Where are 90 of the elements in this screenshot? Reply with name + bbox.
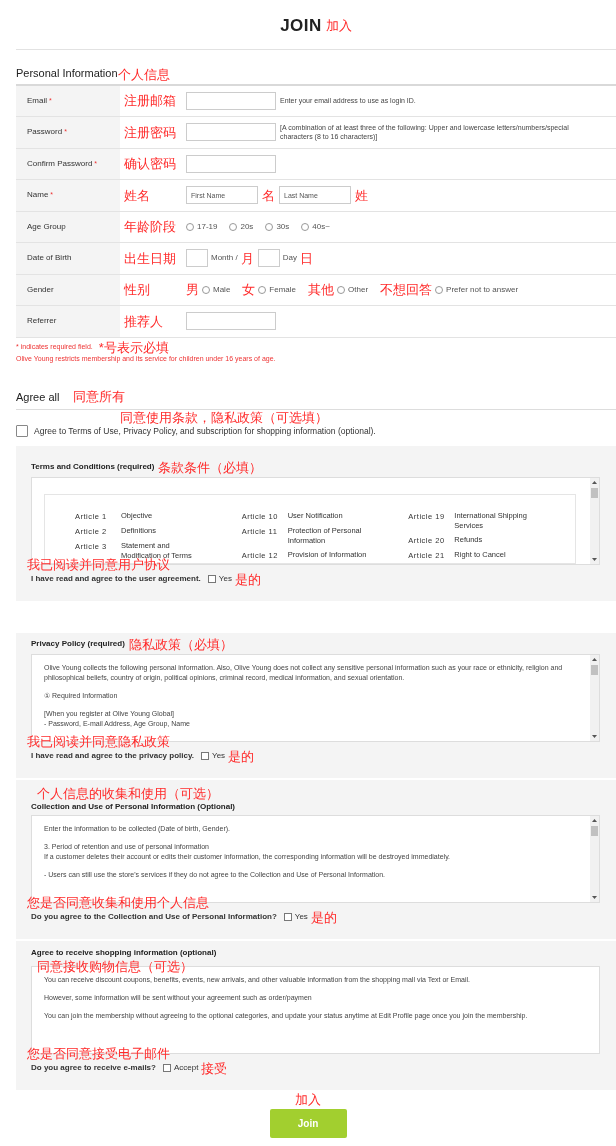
- annotation: 日: [299, 250, 313, 266]
- section-title: Terms and Conditions (required): [31, 461, 155, 474]
- radio-button[interactable]: [202, 285, 210, 294]
- annotation: 加入: [325, 18, 352, 33]
- annotation: 其他: [308, 282, 335, 298]
- annotation: 加入: [295, 1091, 321, 1107]
- annotation: 您是否同意接受电子邮件: [27, 1045, 171, 1061]
- section-title: Privacy Policy (required): [31, 638, 125, 651]
- annotation: 不想回答: [380, 282, 433, 298]
- annotation: 我已阅读并同意隐私政策: [27, 733, 171, 749]
- option-label: Yes: [294, 911, 308, 924]
- field-label: Name: [27, 189, 49, 202]
- field-label: Gender: [27, 283, 54, 296]
- option-label: Other: [348, 283, 369, 296]
- agreement-question: I have read and agree to the privacy policy.: [31, 750, 195, 763]
- agree-all-label: Agree to Terms of Use, Privacy Policy, and subscription for shopping information (optional).: [34, 425, 376, 438]
- input-field[interactable]: [186, 123, 276, 142]
- annotation: 性别: [124, 282, 150, 298]
- option-label: 40s~: [312, 220, 330, 233]
- annotation: 是的: [228, 748, 255, 764]
- annotation: 同意接收购物信息（可选）: [37, 958, 194, 974]
- annotation: 姓: [355, 187, 368, 203]
- input-field[interactable]: [186, 91, 276, 110]
- annotation: 姓名: [124, 187, 150, 203]
- annotation: 同意所有: [73, 389, 126, 405]
- checkbox[interactable]: [207, 575, 216, 584]
- option-label: Male: [213, 283, 231, 296]
- option-label: Female: [269, 283, 297, 296]
- option-label: Yes: [212, 750, 226, 763]
- annotation: 接受: [201, 1060, 228, 1076]
- annotation: 是的: [234, 571, 261, 587]
- agreement-question: I have read and agree to the user agreement.: [31, 573, 201, 586]
- checkbox[interactable]: [201, 752, 210, 761]
- annotation: 同意使用条款，隐私政策（可选填）: [120, 410, 329, 425]
- field-label: Referrer: [27, 315, 57, 328]
- radio-button[interactable]: [265, 222, 274, 231]
- section-heading: Agree all: [16, 389, 60, 405]
- radio-button[interactable]: [258, 285, 267, 294]
- annotation: 推荐人: [124, 313, 163, 329]
- annotation: 年龄阶段: [124, 219, 176, 235]
- annotation: 男: [186, 282, 199, 298]
- input-field[interactable]: [186, 154, 276, 173]
- field-label: Email: [27, 94, 47, 107]
- annotation: 注册密码: [124, 124, 176, 140]
- option-label: Prefer not to answer: [446, 283, 519, 296]
- annotation: 月: [240, 250, 254, 266]
- section-heading: Personal Information: [16, 66, 118, 81]
- field-label: Age Group: [27, 220, 66, 233]
- annotation: *号表示必填: [98, 339, 169, 355]
- checkbox[interactable]: [283, 913, 292, 922]
- unit-label: Day: [282, 252, 297, 265]
- annotation: 个人信息的收集和使用（可选）: [37, 785, 220, 801]
- field-label: Date of Birth: [27, 252, 72, 265]
- radio-button[interactable]: [301, 222, 310, 231]
- annotation: 确认密码: [124, 156, 176, 172]
- section-title: Collection and Use of Personal Information (Optional): [31, 801, 235, 813]
- option-label: 20s: [240, 220, 254, 233]
- annotation: 名: [262, 187, 275, 203]
- scrollbar[interactable]: [590, 654, 599, 741]
- unit-label: Month /: [211, 252, 238, 265]
- radio-button[interactable]: [229, 222, 238, 231]
- page-title: JOIN: [280, 14, 322, 37]
- section-title: Agree to receive shopping information (optional): [31, 946, 217, 959]
- annotation: 出生日期: [124, 250, 176, 266]
- join-button[interactable]: Join: [269, 1108, 347, 1138]
- option-label: Yes: [218, 573, 232, 586]
- field-label: Password: [27, 126, 63, 139]
- checkbox[interactable]: [162, 1064, 171, 1073]
- input-field[interactable]: [186, 312, 276, 331]
- option-label: 17-19: [197, 220, 218, 233]
- scrollbar[interactable]: [590, 815, 599, 902]
- field-label: Confirm Password: [27, 157, 93, 170]
- scrollbar[interactable]: [590, 477, 599, 564]
- annotation: 注册邮箱: [124, 93, 176, 109]
- radio-button[interactable]: [186, 222, 194, 231]
- input-field[interactable]: [257, 249, 280, 268]
- option-label: 30s: [276, 220, 290, 233]
- annotation: 您是否同意收集和使用个人信息: [27, 894, 210, 910]
- agreement-question: Do you agree to receive e-mails?: [31, 1062, 156, 1075]
- annotation: 个人信息: [117, 66, 170, 82]
- agreement-question: Do you agree to the Collection and Use of Personal Information?: [31, 911, 277, 924]
- input-field[interactable]: [186, 249, 208, 268]
- annotation: 是的: [310, 909, 337, 925]
- radio-button[interactable]: [435, 285, 444, 294]
- annotation: 条款条件（必填）: [158, 459, 263, 475]
- option-label: Accept: [173, 1062, 199, 1075]
- checkbox[interactable]: [16, 425, 28, 438]
- annotation: 隐私政策（必填）: [128, 636, 233, 652]
- annotation: 女: [242, 282, 256, 298]
- radio-button[interactable]: [337, 285, 346, 294]
